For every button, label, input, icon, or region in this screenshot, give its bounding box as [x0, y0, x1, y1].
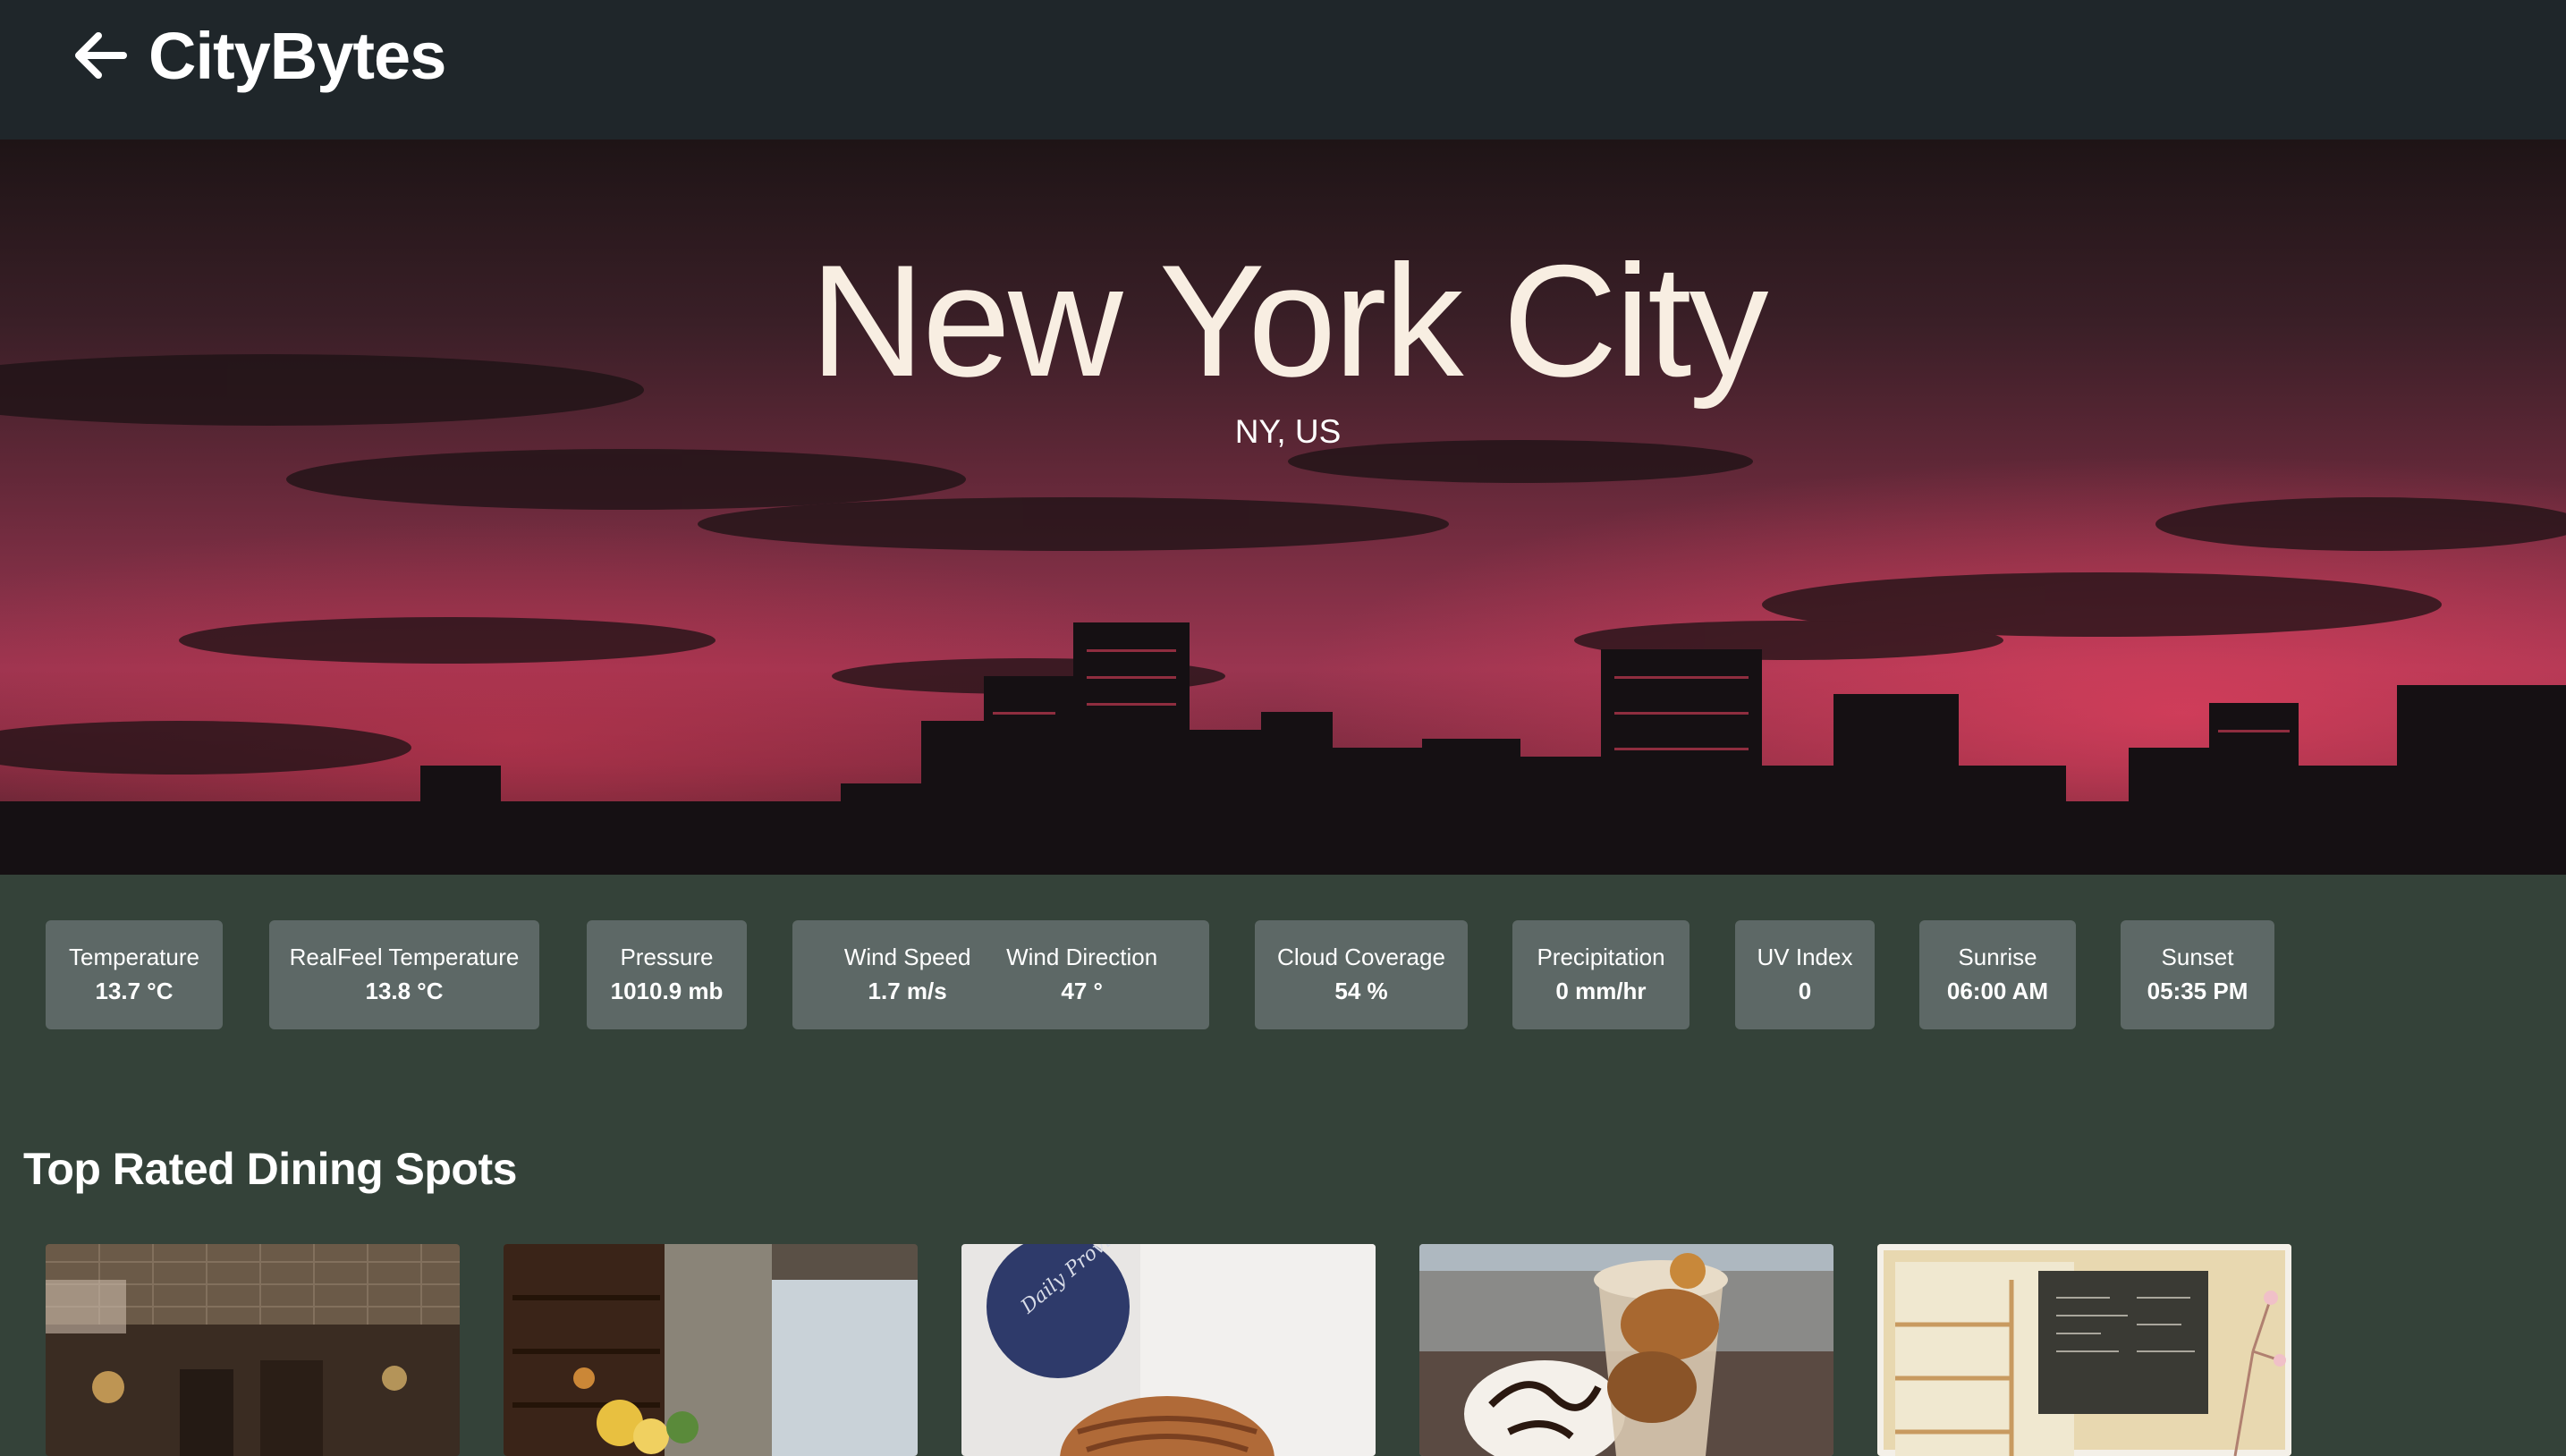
- cafe-shelves-image: [504, 1244, 918, 1456]
- stat-value: 13.8 °C: [365, 978, 444, 1004]
- stat-label: Cloud Coverage: [1277, 944, 1445, 970]
- stat-temperature: Temperature 13.7 °C: [46, 920, 223, 1029]
- stat-label: Pressure: [620, 944, 714, 970]
- back-button[interactable]: [72, 30, 129, 80]
- top-bar: CityBytes: [0, 0, 2566, 140]
- stat-wind-speed: Wind Speed 1.7 m/s: [844, 942, 971, 1008]
- stat-value: 47 °: [1061, 978, 1103, 1004]
- stat-pressure: Pressure 1010.9 mb: [587, 920, 747, 1029]
- stat-value: 1.7 m/s: [868, 978, 947, 1004]
- stat-wind: Wind Speed 1.7 m/s Wind Direction 47 °: [792, 920, 1209, 1029]
- stat-label: UV Index: [1757, 944, 1853, 970]
- city-name: New York City: [809, 232, 1769, 410]
- stat-label: Temperature: [69, 944, 199, 970]
- dining-card[interactable]: [1419, 1244, 1833, 1456]
- stat-value: 54 %: [1334, 978, 1388, 1004]
- dining-card[interactable]: [504, 1244, 918, 1456]
- dessert-sundae-image: [1419, 1244, 1833, 1456]
- stat-value: 0: [1798, 978, 1812, 1004]
- stat-uv-index: UV Index 0: [1735, 920, 1875, 1029]
- dining-card[interactable]: [46, 1244, 460, 1456]
- stat-sunset: Sunset 05:35 PM: [2121, 920, 2274, 1029]
- dining-card[interactable]: Daily Provisions: [961, 1244, 1376, 1456]
- city-region: NY, US: [1234, 413, 1342, 450]
- stat-realfeel: RealFeel Temperature 13.8 °C: [269, 920, 539, 1029]
- cafe-chalkboard-image: [1877, 1244, 2291, 1456]
- dining-card[interactable]: [1877, 1244, 2291, 1456]
- stat-value: 13.7 °C: [95, 978, 174, 1004]
- brand-title[interactable]: CityBytes: [148, 16, 446, 97]
- stat-wind-direction: Wind Direction 47 °: [1006, 942, 1157, 1008]
- stat-sunrise: Sunrise 06:00 AM: [1919, 920, 2076, 1029]
- stat-value: 06:00 AM: [1946, 978, 2049, 1004]
- stat-label: Precipitation: [1537, 944, 1665, 970]
- stat-cloud-coverage: Cloud Coverage 54 %: [1255, 920, 1468, 1029]
- stat-label: Sunrise: [1958, 944, 2037, 970]
- dining-section-title: Top Rated Dining Spots: [23, 1144, 517, 1194]
- restaurant-interior-image: [46, 1244, 460, 1456]
- stat-label: Wind Direction: [1006, 944, 1158, 970]
- stat-label: Sunset: [2161, 944, 2234, 970]
- stat-label: RealFeel Temperature: [289, 944, 520, 970]
- stat-value: 0 mm/hr: [1555, 978, 1647, 1004]
- stat-label: Wind Speed: [843, 944, 971, 970]
- arrow-left-icon: [75, 32, 127, 79]
- stat-precipitation: Precipitation 0 mm/hr: [1512, 920, 1689, 1029]
- pastry-image: Daily Provisions: [961, 1244, 1376, 1456]
- stat-value: 1010.9 mb: [610, 978, 724, 1004]
- stat-value: 05:35 PM: [2147, 978, 2248, 1004]
- city-hero: New York City NY, US: [0, 140, 2566, 875]
